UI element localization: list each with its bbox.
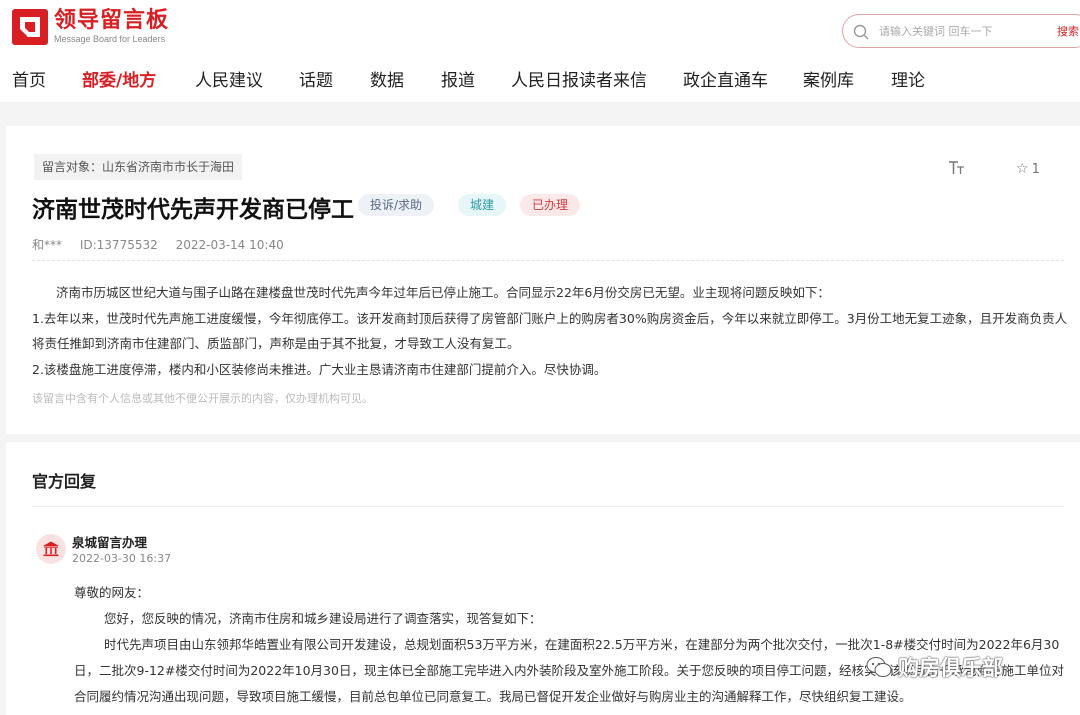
nav-item-people-suggestions[interactable]: 人民建议 — [195, 66, 263, 91]
nav-item-home[interactable]: 首页 — [12, 66, 46, 91]
nav-item-ministries-local[interactable]: 部委/地方 — [82, 66, 156, 91]
nav-item-enterprise-express[interactable]: 政企直通车 — [683, 66, 768, 91]
author-name: 和*** — [32, 238, 63, 252]
search-icon — [853, 24, 869, 40]
logo-icon — [12, 8, 48, 45]
message-card: 留言对象：山东省济南市市长于海田 ☆ 1 济南世茂时代先声开发商已停工 投诉/求… — [6, 126, 1080, 434]
privacy-notice: 该留言中含有个人信息或其他不便公开展示的内容，仅办理机构可见。 — [32, 392, 373, 405]
watermark: 购房俱乐部 — [866, 652, 1003, 682]
nav-item-reports[interactable]: 报道 — [441, 66, 475, 91]
wechat-icon — [866, 657, 892, 677]
nav-item-theory[interactable]: 理论 — [891, 66, 925, 91]
replier-name: 泉城留言办理 — [72, 535, 148, 550]
nav-item-data[interactable]: 数据 — [370, 66, 404, 91]
text-size-icon — [949, 161, 964, 174]
message-id: ID:13775532 — [79, 238, 158, 252]
site-header: 领导留言板 Message Board for Leaders 搜索 首页 部委… — [0, 0, 1080, 102]
nav-item-case-library[interactable]: 案例库 — [803, 66, 854, 91]
message-datetime: 2022-03-14 10:40 — [175, 238, 284, 252]
message-title: 济南世茂时代先声开发商已停工 — [32, 197, 354, 223]
nav-item-reader-letters[interactable]: 人民日报读者来信 — [511, 66, 647, 91]
message-paragraph: 济南市历城区世纪大道与围子山路在建楼盘世茂时代先声今年过年后已停止施工。合同显示… — [56, 285, 830, 300]
reply-paragraph: 您好，您反映的情况，济南市住房和城乡建设局进行了调查落实，现答复如下： — [104, 611, 542, 626]
nav-item-topics[interactable]: 话题 — [299, 66, 333, 91]
reply-section-title: 官方回复 — [32, 472, 97, 491]
logo-subtitle: Message Board for Leaders — [54, 34, 166, 44]
government-building-icon — [43, 541, 59, 557]
favorite-count: 1 — [1031, 161, 1040, 177]
status-badge: 已办理 — [520, 194, 581, 216]
watermark-text: 购房俱乐部 — [898, 656, 1003, 680]
divider — [32, 260, 1064, 261]
search-box: 搜索 — [842, 14, 1080, 48]
message-meta: 和*** ID:13775532 2022-03-14 10:40 — [32, 236, 298, 253]
site-logo[interactable]: 领导留言板 Message Board for Leaders — [12, 8, 169, 45]
search-button[interactable]: 搜索 — [1057, 23, 1079, 39]
message-body: 济南市历城区世纪大道与围子山路在建楼盘世茂时代先声今年过年后已停止施工。合同显示… — [32, 280, 1068, 382]
search-input[interactable] — [879, 21, 1049, 41]
avatar — [36, 534, 66, 564]
logo-title: 领导留言板 — [54, 8, 170, 33]
divider — [32, 506, 1064, 507]
star-icon: ☆ — [1016, 161, 1029, 177]
reply-date: 2022-03-30 16:37 — [72, 552, 172, 565]
message-target: 留言对象：山东省济南市市长于海田 — [34, 154, 243, 180]
type-badge: 投诉/求助 — [358, 194, 435, 216]
message-paragraph: 2.该楼盘施工进度停滞，楼内和小区装修尚未推进。广大业主恳请济南市住建部门提前介… — [32, 361, 607, 377]
font-size-icon[interactable] — [948, 160, 966, 180]
category-badge: 城建 — [458, 194, 507, 216]
reply-greeting: 尊敬的网友： — [74, 585, 150, 600]
favorite-button[interactable]: ☆ 1 — [1016, 161, 1040, 177]
message-paragraph: 1.去年以来，世茂时代先声施工进度缓慢，今年彻底停工。该开发商封顶后获得了房管部… — [32, 310, 1068, 352]
reply-body: 尊敬的网友： 您好，您反映的情况，济南市住房和城乡建设局进行了调查落实，现答复如… — [74, 580, 1070, 710]
